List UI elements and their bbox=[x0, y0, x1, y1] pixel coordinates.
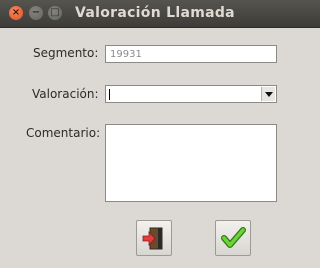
comentario-textarea[interactable] bbox=[105, 124, 277, 202]
valoracion-combobox[interactable] bbox=[105, 85, 277, 103]
comentario-label: Comentario: bbox=[26, 126, 101, 140]
checkmark-icon bbox=[221, 227, 246, 248]
window-title: Valoración Llamada bbox=[75, 5, 235, 21]
exit-door-icon bbox=[142, 227, 163, 250]
close-window-button[interactable]: × bbox=[9, 6, 23, 20]
valoracion-label: Valoración: bbox=[32, 87, 99, 101]
segmento-field[interactable]: 19931 bbox=[105, 45, 277, 63]
minimize-icon: − bbox=[31, 7, 41, 18]
maximize-window-button[interactable]: □ bbox=[48, 6, 62, 20]
accept-button[interactable] bbox=[215, 220, 251, 256]
minimize-window-button[interactable]: − bbox=[29, 6, 43, 20]
close-icon: × bbox=[11, 7, 21, 18]
exit-button[interactable] bbox=[136, 220, 172, 256]
title-bar: × − □ Valoración Llamada bbox=[0, 0, 320, 28]
chevron-down-icon bbox=[265, 92, 273, 97]
dialog-window: × − □ Valoración Llamada Segmento: 19931… bbox=[0, 0, 320, 268]
valoracion-dropdown-button[interactable] bbox=[261, 87, 275, 101]
maximize-icon: □ bbox=[50, 7, 60, 18]
segmento-value: 19931 bbox=[110, 49, 142, 60]
text-caret bbox=[109, 89, 110, 100]
segmento-label: Segmento: bbox=[33, 46, 99, 60]
